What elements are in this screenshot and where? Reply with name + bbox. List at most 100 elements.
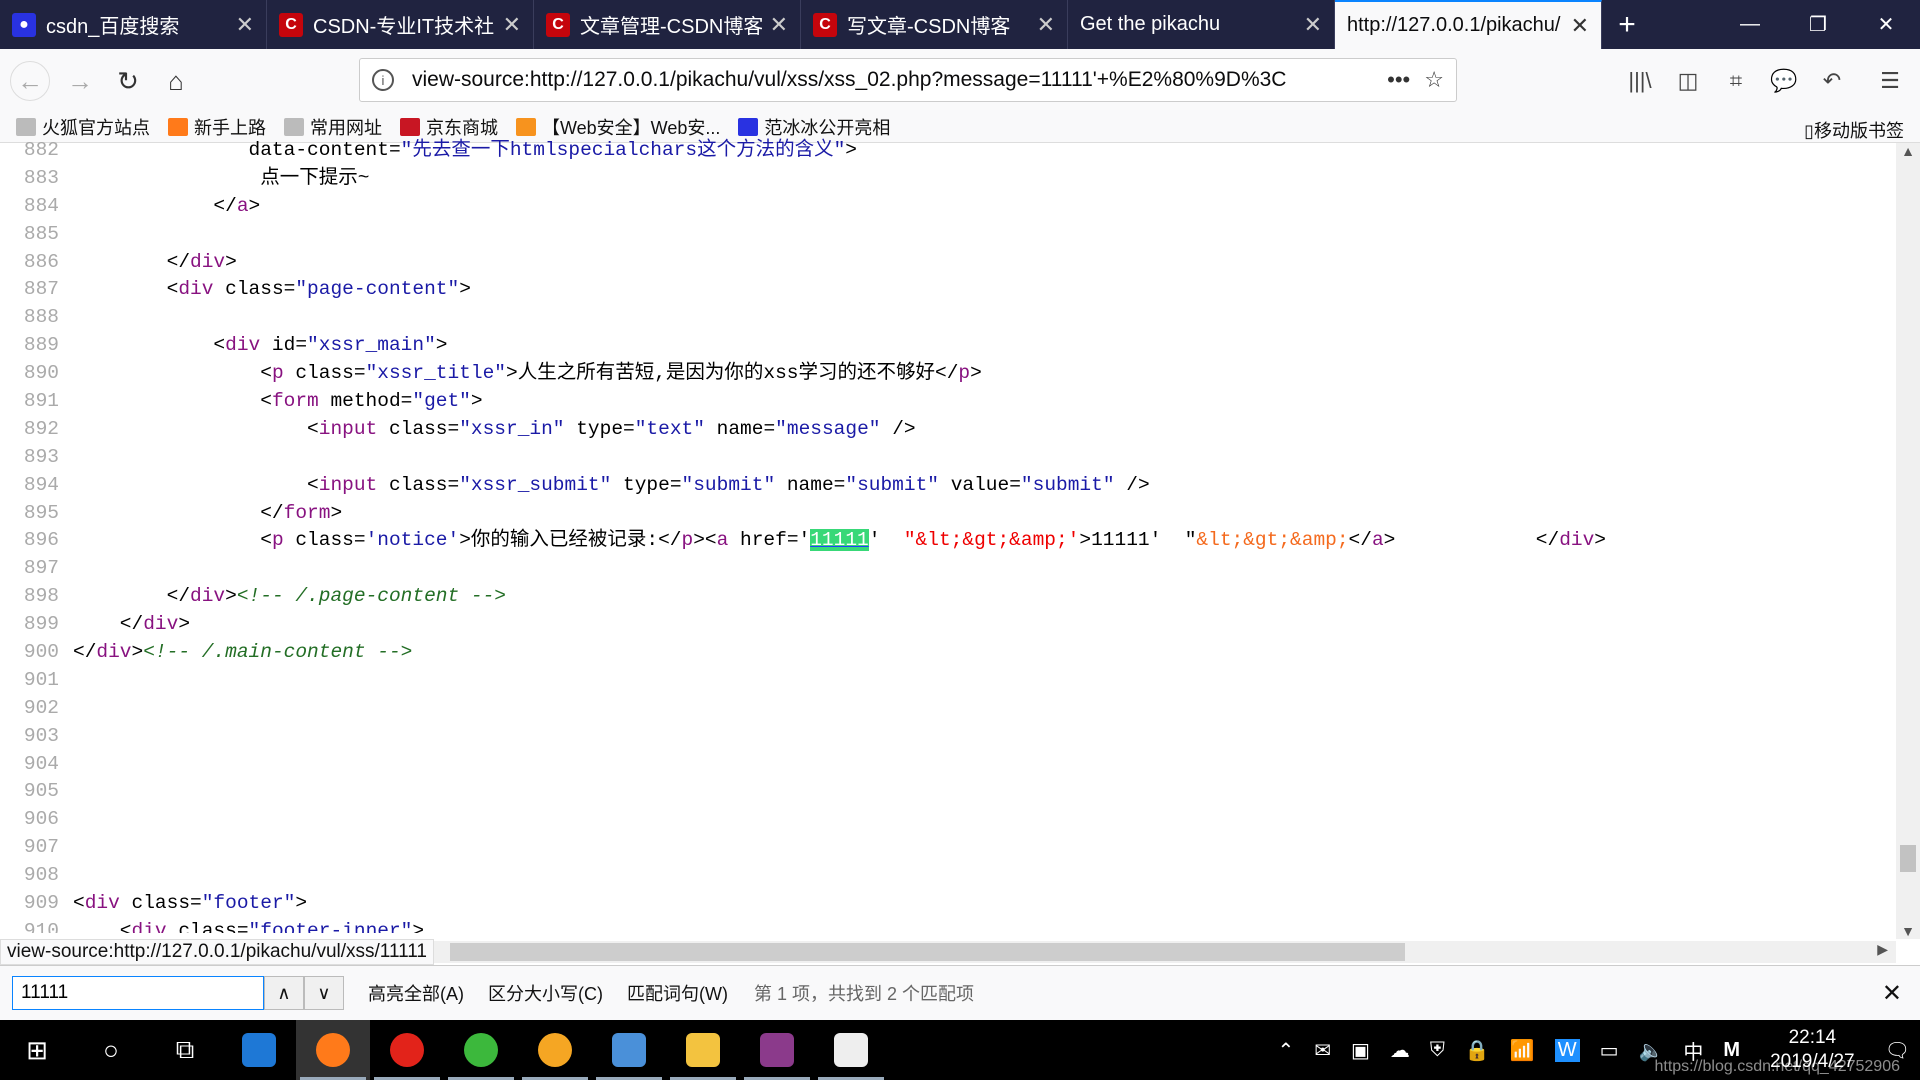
close-find-bar-icon[interactable]: ✕	[1882, 979, 1902, 1008]
code-token: class=	[283, 529, 366, 552]
line-source: </div><!-- /.page-content -->	[59, 583, 506, 611]
sidebar-icon[interactable]: ◫	[1670, 63, 1706, 99]
source-line: 903	[0, 723, 1896, 751]
tab-3[interactable]: C 写文章-CSDN博客 ✕	[801, 0, 1068, 49]
undo-icon[interactable]: ↶	[1814, 63, 1850, 99]
whole-words-toggle[interactable]: 匹配词句(W)	[627, 980, 728, 1006]
back-button[interactable]: ←	[10, 61, 50, 101]
tab-0[interactable]: ● csdn_百度搜索 ✕	[0, 0, 267, 49]
find-previous-button[interactable]: ∧	[264, 976, 304, 1010]
horizontal-scroll-thumb[interactable]	[450, 943, 1405, 961]
reload-button[interactable]: ↻	[108, 61, 148, 101]
vertical-scroll-thumb[interactable]	[1900, 845, 1916, 872]
battery-icon[interactable]: ▭	[1600, 1038, 1619, 1063]
code-token: p	[271, 362, 284, 385]
close-tab-icon[interactable]: ✕	[1304, 12, 1322, 38]
line-source	[59, 723, 73, 751]
code-token: div	[190, 585, 226, 608]
code-token: "submit"	[845, 473, 939, 496]
menu-icon[interactable]: ☰	[1872, 63, 1908, 99]
highlight-all-toggle[interactable]: 高亮全部(A)	[368, 980, 464, 1006]
tab-5[interactable]: http://127.0.0.1/pikachu/ ✕	[1335, 0, 1602, 49]
restore-button[interactable]: ❐	[1784, 0, 1852, 49]
code-token: a	[716, 529, 729, 552]
code-token: >	[470, 390, 483, 413]
remote-desktop-icon[interactable]	[592, 1020, 666, 1080]
code-token: >你的输入已经被记录:</	[459, 529, 682, 552]
fn-lock-icon[interactable]: 🔒	[1465, 1038, 1490, 1063]
close-tab-icon[interactable]: ✕	[1571, 13, 1589, 39]
netease-music-icon[interactable]	[370, 1020, 444, 1080]
screenshot-crop-icon[interactable]: ⌗	[1718, 63, 1754, 99]
video-editor-icon[interactable]	[814, 1020, 888, 1080]
line-number: 910	[23, 919, 59, 933]
wifi-icon[interactable]: 📶	[1510, 1038, 1535, 1063]
code-token: "get"	[412, 390, 471, 413]
chat-bubble-icon[interactable]: 💬	[1766, 63, 1802, 99]
forward-button[interactable]: →	[60, 61, 100, 101]
tab-1[interactable]: C CSDN-专业IT技术社区 ✕	[267, 0, 534, 49]
box-icon[interactable]: ▣	[1351, 1038, 1370, 1063]
code-token: >	[1594, 529, 1606, 552]
code-token: <	[73, 473, 319, 496]
security-shield-icon[interactable]: ⛨	[1430, 1039, 1445, 1062]
line-number: 885	[23, 222, 59, 245]
find-input[interactable]	[12, 976, 264, 1010]
close-tab-icon[interactable]: ✕	[503, 12, 521, 38]
task-view-icon[interactable]: ⧉	[148, 1020, 222, 1080]
minimize-button[interactable]: —	[1716, 0, 1784, 49]
line-source	[59, 221, 73, 249]
source-line: 899 </div>	[0, 611, 1896, 639]
window-controls: — ❐ ✕	[1716, 0, 1920, 49]
page-actions-icon[interactable]: •••	[1387, 67, 1410, 93]
find-next-button[interactable]: ∨	[304, 976, 344, 1010]
match-case-toggle[interactable]: 区分大小写(C)	[488, 980, 603, 1006]
waves-audio-icon[interactable]: W	[1554, 1038, 1580, 1062]
colorful-app-icon[interactable]	[518, 1020, 592, 1080]
code-token: >	[131, 641, 144, 664]
line-number: 907	[23, 836, 59, 859]
vertical-scrollbar[interactable]: ▲ ▼	[1896, 143, 1920, 939]
close-tab-icon[interactable]: ✕	[1037, 12, 1055, 38]
new-tab-button[interactable]: +	[1602, 0, 1652, 49]
tab-4[interactable]: Get the pikachu ✕	[1068, 0, 1335, 49]
close-tab-icon[interactable]: ✕	[236, 12, 254, 38]
start-button[interactable]: ⊞	[0, 1020, 74, 1080]
close-tab-icon[interactable]: ✕	[770, 12, 788, 38]
folder-icon	[16, 118, 36, 136]
scroll-down-icon[interactable]: ▼	[1896, 923, 1920, 939]
winrar-icon[interactable]	[740, 1020, 814, 1080]
edge-icon[interactable]	[222, 1020, 296, 1080]
line-number: 909	[23, 892, 59, 915]
code-token: "&lt;&gt;&amp;'	[880, 529, 1080, 552]
line-source: </div><!-- /.main-content -->	[59, 639, 412, 667]
line-source	[59, 806, 73, 834]
code-token: "page-content"	[295, 278, 460, 301]
mail-icon[interactable]: ✉	[1314, 1038, 1331, 1063]
home-button[interactable]: ⌂	[156, 61, 196, 101]
onedrive-cloud-icon[interactable]: ☁	[1390, 1038, 1410, 1063]
source-line: 897	[0, 555, 1896, 583]
url-bar[interactable]: i view-source:http://127.0.0.1/pikachu/v…	[359, 58, 1457, 102]
find-bar: ∧ ∨ 高亮全部(A) 区分大小写(C) 匹配词句(W) 第 1 项，共找到 2…	[0, 965, 1920, 1020]
code-token: "xssr_submit"	[459, 473, 612, 496]
code-token: class=	[119, 892, 202, 915]
scroll-up-icon[interactable]: ▲	[1896, 143, 1920, 159]
info-icon[interactable]: i	[372, 69, 394, 91]
source-line: 909 <div class="footer">	[0, 890, 1896, 918]
url-text[interactable]: view-source:http://127.0.0.1/pikachu/vul…	[412, 68, 1373, 92]
firefox-taskbar-icon[interactable]	[296, 1020, 370, 1080]
line-source	[59, 862, 73, 890]
tab-2[interactable]: C 文章管理-CSDN博客 ✕	[534, 0, 801, 49]
code-token: <!-- /.page-content -->	[236, 585, 506, 608]
library-icon[interactable]: |||\	[1622, 63, 1658, 99]
line-number: 902	[23, 696, 59, 719]
tray-expand-icon[interactable]: ⌃	[1277, 1038, 1294, 1063]
scroll-right-icon[interactable]: ▶	[1877, 941, 1888, 958]
code-token: >	[459, 278, 471, 301]
browser-green-icon[interactable]	[444, 1020, 518, 1080]
close-window-button[interactable]: ✕	[1852, 0, 1920, 49]
bookmark-star-icon[interactable]: ☆	[1424, 67, 1444, 93]
file-explorer-icon[interactable]	[666, 1020, 740, 1080]
cortana-search-icon[interactable]: ○	[74, 1020, 148, 1080]
